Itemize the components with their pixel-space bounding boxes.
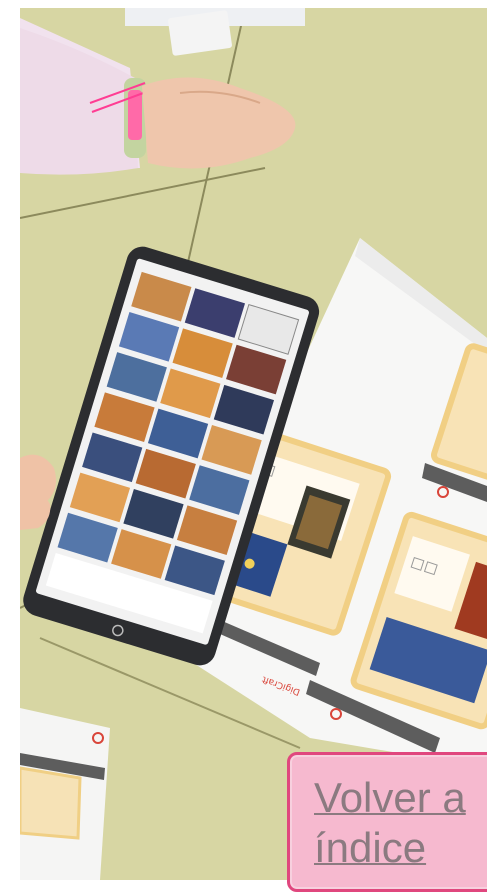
classroom-photo: DigiCraft bbox=[20, 8, 487, 880]
back-to-index-button[interactable]: Volver a índice bbox=[287, 752, 487, 892]
back-button-label-line1: Volver a bbox=[314, 774, 466, 821]
back-button-label-line2: índice bbox=[314, 824, 427, 871]
